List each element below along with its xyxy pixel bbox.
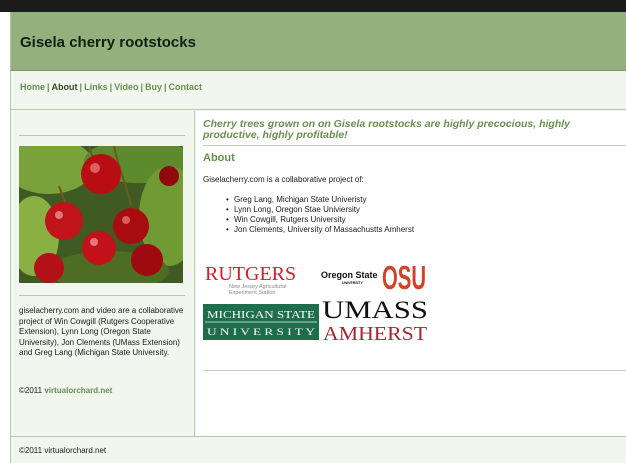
nav-links-link[interactable]: Links [84, 82, 108, 92]
sidebar: giselacherry.com and video are a collabo… [11, 111, 195, 436]
site-footer: ©2011 virtualorchard.net [11, 436, 626, 463]
rutgers-subtitle-2: Experiment Station [229, 290, 275, 296]
site-header: Gisela cherry rootstocks [11, 12, 626, 71]
michigan-state-line2: U N I V E R S I T Y [207, 328, 315, 338]
nav-contact-link[interactable]: Contact [169, 82, 203, 92]
sidebar-divider [19, 295, 185, 296]
list-item: Jon Clements, University of Massachustts… [226, 225, 414, 235]
tagline: Cherry trees grown on on Gisela rootstoc… [203, 118, 571, 141]
cherries-photo [19, 146, 183, 283]
nav-links: Home | About | Links | Video | Buy | Contact [20, 82, 202, 92]
rutgers-wordmark: RUTGERS [205, 263, 296, 285]
oregon-state-subtitle: UNIVERSITY [342, 281, 364, 285]
osu-mark: OSU [382, 259, 426, 296]
nav-video-link[interactable]: Video [114, 82, 138, 92]
university-logos: RUTGERS New Jersey Agricultural Experime… [203, 256, 443, 346]
list-item: Win Cowgill, Rutgers University [226, 215, 414, 225]
list-item: Lynn Long, Oregon Stae Univiersity [226, 205, 414, 215]
main-divider [203, 370, 626, 371]
main-divider [203, 145, 626, 146]
umass-amherst-logo: UMASS AMHERST [322, 297, 428, 345]
about-heading: About [203, 152, 235, 164]
nav-buy-link[interactable]: Buy [145, 82, 162, 92]
rutgers-logo: RUTGERS New Jersey Agricultural Experime… [205, 263, 296, 296]
sidebar-copyright-prefix: ©2011 [19, 386, 45, 395]
sidebar-divider [19, 135, 185, 136]
sidebar-description: giselacherry.com and video are a collabo… [19, 306, 184, 358]
michigan-state-logo: MICHIGAN STATE U N I V E R S I T Y [203, 304, 319, 340]
intro-text: Giselacherry.com is a collaborative proj… [203, 175, 364, 184]
main-nav: Home | About | Links | Video | Buy | Contact [11, 72, 626, 110]
footer-copyright: ©2011 virtualorchard.net [19, 446, 107, 455]
collaborator-list: Greg Lang, Michigan State Univeristy Lyn… [226, 195, 414, 235]
virtualorchard-link[interactable]: virtualorchard.net [44, 386, 112, 395]
site-title: Gisela cherry rootstocks [20, 34, 196, 51]
amherst-wordmark: AMHERST [323, 323, 427, 345]
oregon-state-logo: Oregon State UNIVERSITY OSU [321, 259, 426, 296]
page: Gisela cherry rootstocks Home | About | Link… [10, 12, 626, 463]
umass-wordmark: UMASS [322, 297, 428, 324]
top-border [0, 0, 626, 12]
sidebar-copyright: ©2011 virtualorchard.net [19, 386, 112, 395]
oregon-state-wordmark: Oregon State [321, 270, 378, 280]
nav-about-link[interactable]: About [52, 82, 78, 92]
list-item: Greg Lang, Michigan State Univeristy [226, 195, 414, 205]
nav-home-link[interactable]: Home [20, 82, 45, 92]
main-content: Cherry trees grown on on Gisela rootstoc… [196, 111, 626, 436]
michigan-state-line1: MICHIGAN STATE [207, 309, 315, 321]
